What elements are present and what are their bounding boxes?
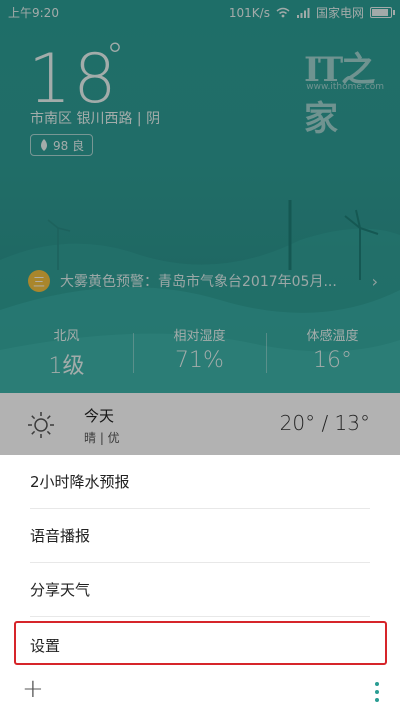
menu-item-share-weather[interactable]: 分享天气 xyxy=(0,563,400,616)
bottom-bar: + xyxy=(0,670,400,711)
metric-label: 北风 xyxy=(53,329,80,344)
metric-label: 相对湿度 xyxy=(173,329,226,344)
carrier-name: 国家电网 xyxy=(315,6,364,20)
more-options-icon[interactable] xyxy=(374,682,380,702)
metric-value: 71% xyxy=(175,348,224,373)
metric-wind: 北风 1级 xyxy=(0,325,133,380)
leaf-icon xyxy=(41,139,47,151)
watermark-url: www.ithome.com xyxy=(306,82,384,92)
weather-hero: 上午9:20 101K/s 国家电网 18 ° 市南区 银川西路 | 阴 98 … xyxy=(0,0,400,393)
today-forecast-row[interactable]: 今天 晴 | 优 20° / 13° xyxy=(0,393,400,455)
weather-alert-banner[interactable]: 三 大雾黄色预警：青岛市气象台2017年05月... › xyxy=(28,268,378,294)
signal-icon xyxy=(296,8,310,18)
battery-icon xyxy=(370,7,395,18)
aqi-badge[interactable]: 98 良 xyxy=(30,134,94,156)
temperature-degree: ° xyxy=(106,36,124,77)
metric-value: 16° xyxy=(313,348,352,373)
today-subtitle: 晴 | 优 xyxy=(84,431,120,445)
menu-item-settings[interactable]: 设置 xyxy=(0,619,400,672)
today-temp-range: 20° / 13° xyxy=(279,411,370,435)
menu-item-precipitation[interactable]: 2小时降水预报 xyxy=(0,455,400,508)
status-time: 上午9:20 xyxy=(8,6,59,20)
wifi-icon xyxy=(276,7,290,18)
network-speed: 101K/s xyxy=(228,5,270,20)
alert-text: 大雾黄色预警：青岛市气象台2017年05月... xyxy=(60,274,337,290)
metric-value: 1级 xyxy=(48,354,85,379)
status-bar: 上午9:20 101K/s 国家电网 xyxy=(0,0,400,24)
alert-icon: 三 xyxy=(28,270,50,292)
location-label[interactable]: 市南区 银川西路 | 阴 xyxy=(30,108,160,128)
menu-item-voice-broadcast[interactable]: 语音播报 xyxy=(0,509,400,562)
metric-label: 体感温度 xyxy=(306,329,359,344)
sunny-icon xyxy=(28,412,54,438)
add-city-button[interactable]: + xyxy=(22,674,44,704)
aqi-label: 98 良 xyxy=(53,138,85,153)
menu-divider xyxy=(30,616,370,617)
metric-humidity: 相对湿度 71% xyxy=(133,325,266,373)
status-right: 101K/s 国家电网 xyxy=(228,4,395,21)
chevron-right-icon: › xyxy=(371,271,378,291)
weather-metrics: 北风 1级 相对湿度 71% 体感温度 16° xyxy=(0,325,400,385)
today-title: 今天 xyxy=(84,407,115,425)
watermark-logo: IT之家 www.ithome.com xyxy=(304,42,384,139)
metric-feels-like: 体感温度 16° xyxy=(266,325,399,373)
